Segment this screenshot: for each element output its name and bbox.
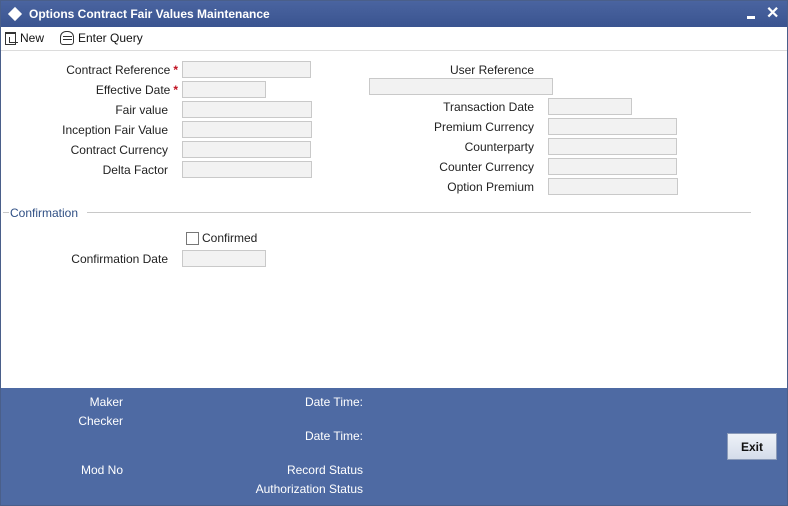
minimize-icon[interactable]: [747, 8, 757, 22]
checker-date-time-label: Date Time:: [304, 429, 363, 443]
counter-currency-input[interactable]: [548, 158, 677, 175]
inception-fair-value-label: Inception Fair Value: [62, 123, 168, 137]
window-title: Options Contract Fair Values Maintenance: [29, 7, 270, 21]
audit-footer: Maker Checker Date Time: Date Time: Mod …: [1, 388, 787, 505]
exit-button[interactable]: Exit: [727, 433, 777, 460]
section-divider-left: [3, 212, 9, 213]
delta-factor-input[interactable]: [182, 161, 312, 178]
toolbar: New Enter Query: [1, 27, 787, 51]
contract-reference-label-text: Contract Reference: [66, 63, 171, 77]
confirmed-checkbox[interactable]: [186, 232, 199, 245]
new-document-icon: [5, 31, 18, 45]
confirmation-date-label: Confirmation Date: [71, 252, 168, 266]
title-bar: Options Contract Fair Values Maintenance…: [1, 1, 787, 27]
fair-value-label: Fair value: [115, 103, 168, 117]
confirmed-label: Confirmed: [202, 231, 258, 245]
contract-currency-label: Contract Currency: [70, 143, 168, 157]
window-diamond-icon: [7, 6, 23, 22]
counterparty-input[interactable]: [548, 138, 677, 155]
transaction-date-input[interactable]: [548, 98, 632, 115]
contract-currency-input[interactable]: [182, 141, 311, 158]
inception-fair-value-input[interactable]: [182, 121, 312, 138]
maker-label: Maker: [89, 395, 123, 409]
maker-date-time-label: Date Time:: [304, 395, 363, 409]
option-premium-label: Option Premium: [447, 180, 534, 194]
contract-reference-label: Contract Reference *: [66, 63, 178, 77]
authorization-status-label: Authorization Status: [255, 482, 363, 496]
delta-factor-label: Delta Factor: [102, 163, 168, 177]
enter-query-label: Enter Query: [78, 31, 143, 45]
required-marker: *: [173, 63, 178, 77]
section-divider: [87, 212, 751, 213]
new-button-label: New: [20, 31, 45, 45]
mod-no-label: Mod No: [80, 463, 123, 477]
contract-reference-input[interactable]: [182, 61, 311, 78]
close-icon[interactable]: ✕: [766, 3, 779, 23]
effective-date-input[interactable]: [182, 81, 266, 98]
effective-date-label-text: Effective Date: [95, 83, 171, 97]
transaction-date-label: Transaction Date: [443, 100, 534, 114]
counterparty-label: Counterparty: [464, 140, 534, 154]
counter-currency-label: Counter Currency: [439, 160, 534, 174]
user-reference-input[interactable]: [369, 78, 553, 95]
required-marker: *: [173, 83, 178, 97]
confirmation-date-input[interactable]: [182, 250, 266, 267]
checker-label: Checker: [78, 414, 123, 428]
options-contract-fair-values-window: Options Contract Fair Values Maintenance…: [0, 0, 788, 506]
record-status-label: Record Status: [286, 463, 363, 477]
enter-query-button[interactable]: Enter Query: [60, 29, 143, 47]
user-reference-label: User Reference: [449, 63, 534, 77]
fair-value-input[interactable]: [182, 101, 312, 118]
database-query-icon: [60, 31, 74, 45]
premium-currency-label: Premium Currency: [433, 120, 534, 134]
option-premium-input[interactable]: [548, 178, 678, 195]
premium-currency-input[interactable]: [548, 118, 677, 135]
new-button[interactable]: New: [5, 29, 44, 47]
effective-date-label: Effective Date *: [96, 83, 178, 97]
confirmation-section-title: Confirmation: [10, 206, 79, 220]
